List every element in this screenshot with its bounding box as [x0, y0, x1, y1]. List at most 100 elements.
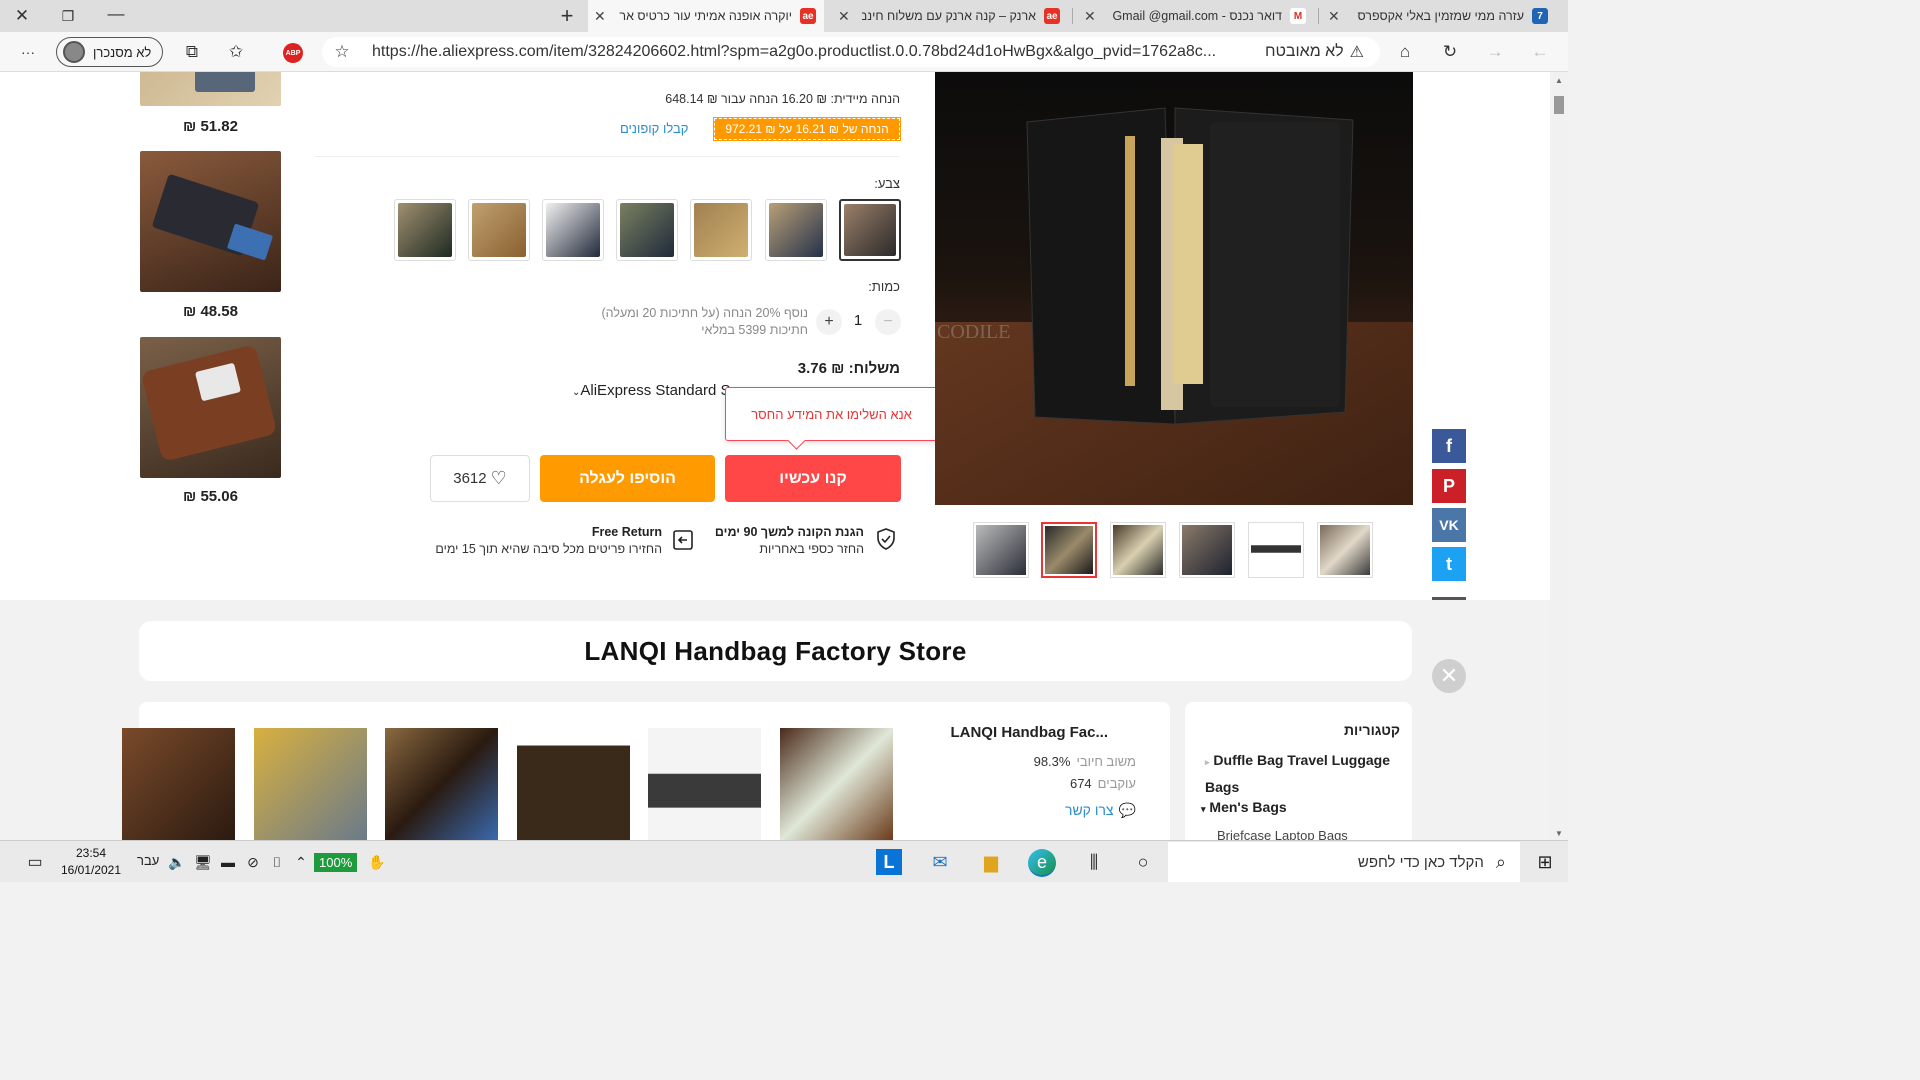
forward-icon[interactable]: → — [1483, 40, 1507, 64]
minimize-window-icon[interactable]: — — [104, 2, 128, 26]
color-option[interactable] — [765, 199, 827, 261]
store-short-name[interactable]: LANQI Handbag Fac... — [950, 724, 1108, 741]
security-tray-icon[interactable]: ⊘ — [240, 849, 266, 875]
quantity-increase-button[interactable]: + — [816, 309, 842, 335]
close-icon[interactable]: ✕ — [1432, 659, 1466, 693]
buy-now-button[interactable]: קנו עכשיו — [725, 455, 901, 502]
quantity-value[interactable]: 1 — [848, 312, 868, 329]
page-scrollbar[interactable]: ▲ ▼ — [1550, 72, 1568, 840]
edge-browser-icon[interactable]: e — [1028, 849, 1056, 877]
favorites-bar-icon[interactable]: ✩ — [224, 40, 248, 64]
category-item[interactable]: ▸ Duffle Bag Travel Luggage Bags — [1205, 748, 1405, 800]
tab-gmail[interactable]: M דואר נכנס - Gmail @gmail.com ✕ — [1078, 0, 1314, 32]
pen-icon[interactable]: ✋ — [364, 849, 390, 875]
cortana-icon[interactable]: ○ — [1130, 849, 1156, 875]
product-thumbnail[interactable] — [1110, 522, 1166, 578]
system-clock[interactable]: 23:54 16/01/2021 — [56, 845, 126, 879]
subcategory-item[interactable]: Briefcase Laptop Bags — [1217, 828, 1348, 840]
network-icon[interactable]: 🖥 — [190, 849, 216, 875]
collections-icon[interactable]: ⧉ — [180, 40, 204, 64]
volume-icon[interactable]: 🔈 — [164, 849, 190, 875]
store-product-image[interactable] — [517, 728, 630, 840]
related-product-image[interactable] — [140, 72, 281, 106]
get-coupons-link[interactable]: קבלו קופונים — [620, 121, 688, 136]
instant-discount-text[interactable]: הנחה מיידית: ₪ 16.20 הנחה עבור ₪ 648.14 — [600, 92, 900, 106]
tab-close-icon[interactable]: ✕ — [1084, 8, 1096, 25]
tab-help[interactable]: 7 עזרה ממי שמזמין באלי אקספרס ✕ — [1322, 0, 1556, 32]
return-icon — [673, 530, 693, 550]
color-option[interactable] — [690, 199, 752, 261]
store-product-image[interactable] — [385, 728, 498, 840]
menu-button[interactable]: ··· — [16, 40, 40, 64]
close-window-icon[interactable]: ✕ — [10, 4, 34, 28]
home-icon[interactable]: ⌂ — [1393, 40, 1417, 64]
free-return-title: Free Return — [591, 525, 662, 539]
svg-text:CODILE: CODILE — [937, 321, 1010, 343]
mail-app-icon[interactable]: ✉ — [927, 849, 953, 875]
tab-aliexpress-product[interactable]: ae יוקרה אופנה אמיתי עור כרטיס אר ✕ — [588, 0, 824, 32]
facebook-icon[interactable]: f — [1432, 429, 1466, 463]
favorite-star-icon[interactable]: ☆ — [330, 40, 354, 64]
store-name-banner[interactable]: LANQI Handbag Factory Store — [139, 621, 1412, 681]
add-to-cart-button[interactable]: הוסיפו לעגלה — [540, 455, 715, 502]
shipping-method-select[interactable]: ⌄AliExpress Standard S — [572, 382, 730, 399]
refresh-icon[interactable]: ↻ — [1438, 40, 1462, 64]
new-tab-button[interactable]: + — [555, 3, 579, 28]
color-option[interactable] — [542, 199, 604, 261]
store-product-image[interactable] — [780, 728, 893, 840]
address-bar[interactable]: ☆ https://he.aliexpress.com/item/3282420… — [322, 37, 1380, 67]
vk-icon[interactable]: VK — [1432, 508, 1466, 542]
scroll-down-icon[interactable]: ▼ — [1555, 829, 1563, 838]
wishlist-button[interactable]: 3612 ♡ — [430, 455, 530, 502]
url-text[interactable]: https://he.aliexpress.com/item/328242066… — [372, 43, 1232, 61]
profile-button[interactable]: לא מסנכרן — [56, 37, 163, 67]
scroll-up-icon[interactable]: ▲ — [1555, 76, 1563, 85]
notifications-icon[interactable]: ▭ — [22, 849, 48, 875]
color-option[interactable] — [839, 199, 901, 261]
security-indicator[interactable]: ⚠ לא מאובטח — [1265, 42, 1364, 62]
tab-close-icon[interactable]: ✕ — [1328, 8, 1340, 25]
adblock-icon[interactable]: ABP — [283, 43, 303, 63]
tab-close-icon[interactable]: ✕ — [594, 8, 606, 25]
product-thumbnail[interactable] — [973, 522, 1029, 578]
product-thumbnail[interactable] — [1317, 522, 1373, 578]
clock-date: 16/01/2021 — [60, 863, 122, 877]
aliexpress-icon: ae — [1044, 8, 1060, 24]
color-option[interactable] — [394, 199, 456, 261]
categories-title: קטגוריות — [1344, 722, 1400, 738]
main-product-image[interactable]: CODILE — [935, 72, 1413, 505]
pinterest-icon[interactable]: P — [1432, 469, 1466, 503]
stock-note: חתיכות 5399 במלאי — [701, 323, 808, 337]
store-product-image[interactable] — [122, 728, 235, 840]
battery-icon[interactable]: ▬ — [215, 849, 241, 875]
scrollbar-thumb[interactable] — [1554, 96, 1564, 114]
store-product-image[interactable] — [648, 728, 761, 840]
category-item[interactable]: ▾ Men's Bags — [1201, 799, 1287, 815]
contact-store-link[interactable]: 💬 צרו קשר — [1065, 802, 1136, 819]
product-thumbnail[interactable] — [1041, 522, 1097, 578]
restore-window-icon[interactable]: ❐ — [56, 4, 80, 28]
color-option[interactable] — [616, 199, 678, 261]
product-thumbnail[interactable] — [1248, 522, 1304, 578]
task-view-icon[interactable]: ⫼ — [1081, 849, 1107, 875]
twitter-icon[interactable]: t — [1432, 547, 1466, 581]
back-icon[interactable]: ← — [1528, 40, 1552, 64]
color-option[interactable] — [468, 199, 530, 261]
store-product-image[interactable] — [254, 728, 367, 840]
quantity-decrease-button[interactable]: − — [875, 309, 901, 335]
taskbar-search-box[interactable]: ⌕ הקלד כאן כדי לחפש — [1168, 842, 1520, 882]
launcher-app-icon[interactable]: L — [876, 849, 902, 875]
warning-icon: ⚠ — [1349, 44, 1364, 61]
related-product-image[interactable] — [140, 337, 281, 478]
product-thumbnail[interactable] — [1179, 522, 1235, 578]
tab-aliexpress-search[interactable]: ae ארנק – קנה ארנק עם משלוח חינם ✕ — [832, 0, 1068, 32]
file-explorer-icon[interactable]: ▆ — [978, 849, 1004, 875]
start-button-icon[interactable]: ⊞ — [1532, 849, 1558, 875]
language-indicator[interactable]: עבר — [137, 853, 159, 868]
tray-app-icon[interactable]: ⌷ — [264, 849, 290, 875]
tab-close-icon[interactable]: ✕ — [838, 8, 850, 25]
show-hidden-icons[interactable]: ⌃ — [288, 849, 314, 875]
related-product-image[interactable] — [140, 151, 281, 292]
avatar — [63, 41, 85, 63]
battery-percentage[interactable]: 100% — [314, 853, 358, 872]
